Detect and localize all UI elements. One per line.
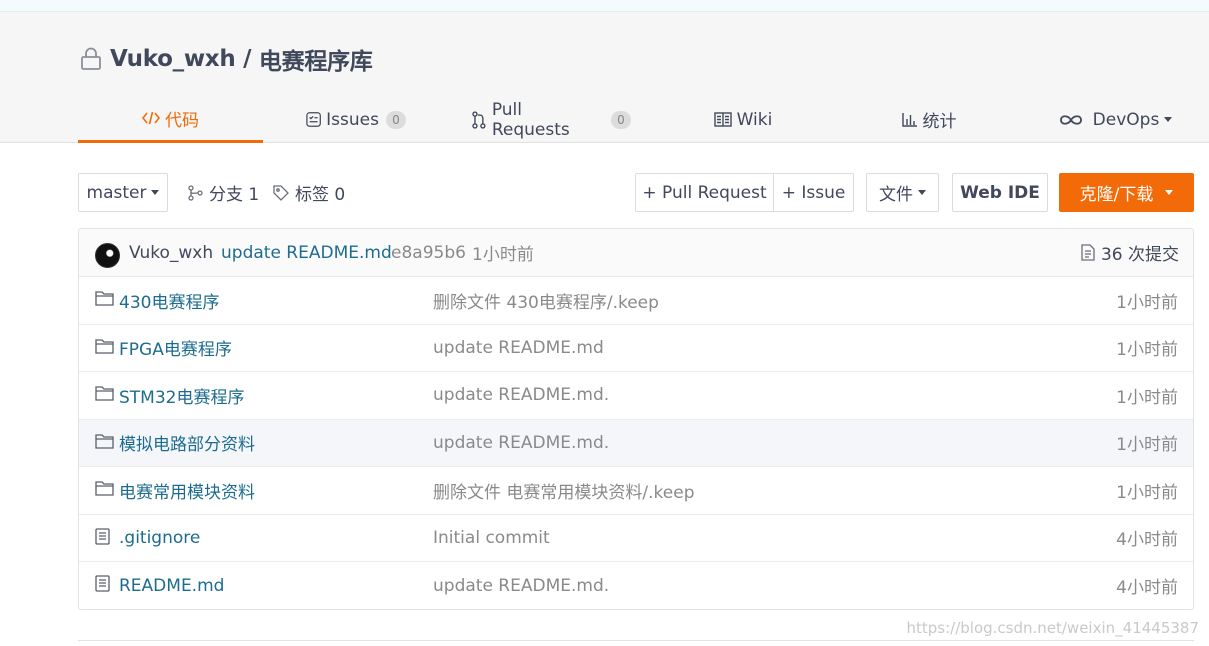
file-row[interactable]: 430电赛程序 删除文件 430电赛程序/.keep 1小时前 [79, 277, 1193, 325]
file-name[interactable]: .gitignore [119, 528, 200, 548]
pull-requests-count-badge: 0 [611, 110, 631, 129]
issues-icon [306, 112, 321, 127]
chevron-down-icon [151, 190, 160, 195]
commit-message[interactable]: update README.md [221, 243, 392, 263]
branches-link[interactable]: 分支 1 [188, 173, 259, 212]
file-commit-time: 1小时前 [1116, 340, 1178, 361]
tab-wiki[interactable]: Wiki [708, 96, 778, 143]
repo-name[interactable]: 电赛程序库 [259, 42, 373, 76]
top-strip [0, 0, 1209, 12]
file-commit-message[interactable]: Initial commit [433, 528, 550, 548]
file-name[interactable]: 模拟电路部分资料 [119, 430, 255, 455]
tab-pull-requests[interactable]: Pull Requests 0 [471, 96, 631, 143]
branches-label: 分支 1 [209, 185, 260, 205]
file-row[interactable]: 电赛常用模块资料 删除文件 电赛常用模块资料/.keep 1小时前 [79, 467, 1193, 515]
repo-tabs: 代码 Issues 0 Pull Requests 0 Wiki 统计 DevOps [78, 96, 1193, 143]
issues-count-badge: 0 [386, 110, 406, 129]
tab-wiki-label: Wiki [736, 109, 773, 130]
lock-icon [81, 47, 101, 70]
file-row[interactable]: 模拟电路部分资料 update README.md. 1小时前 [79, 419, 1193, 467]
file-commit-message[interactable]: 删除文件 430电赛程序/.keep [433, 288, 659, 313]
tab-stats[interactable]: 统计 [896, 96, 962, 143]
clone-download-button[interactable]: 克隆/下载 [1059, 173, 1194, 212]
file-commit-message[interactable]: update README.md. [433, 576, 609, 596]
watermark: https://blog.csdn.net/weixin_41445387 [906, 619, 1199, 637]
file-icon [95, 575, 110, 592]
web-ide-label: Web IDE [960, 182, 1040, 203]
readme-box-edge [78, 640, 1194, 646]
branch-icon [188, 184, 203, 201]
file-commit-time: 1小时前 [1116, 387, 1178, 408]
code-icon [142, 111, 160, 125]
file-commit-message[interactable]: update README.md. [433, 433, 609, 453]
file-list: Vuko_wxh update README.md e8a95b6 1小时前 3… [78, 228, 1194, 610]
repo-separator: / [235, 46, 259, 72]
file-icon [95, 527, 110, 545]
folder-icon [95, 433, 114, 449]
folder-icon [95, 386, 114, 401]
tab-devops-label: DevOps [1092, 109, 1160, 130]
tab-issues-label: Issues [326, 109, 379, 130]
chevron-down-icon [1164, 117, 1173, 122]
commit-time: 1小时前 [472, 245, 534, 265]
new-issue-label: + Issue [781, 182, 846, 203]
new-pull-request-button[interactable]: + Pull Request [635, 173, 774, 212]
file-commit-message[interactable]: update README.md. [433, 385, 609, 405]
tags-link[interactable]: 标签 0 [273, 173, 345, 212]
repo-toolbar: master 分支 1 标签 0 + Pull Request + Issue … [78, 173, 1194, 213]
tab-devops[interactable]: DevOps [1058, 96, 1173, 143]
tab-issues[interactable]: Issues 0 [306, 96, 406, 143]
chevron-down-icon [1165, 190, 1174, 195]
file-name[interactable]: STM32电赛程序 [119, 383, 244, 408]
file-row[interactable]: FPGA电赛程序 update README.md 1小时前 [79, 325, 1193, 372]
file-row[interactable]: README.md update README.md. 4小时前 [79, 562, 1193, 609]
avatar[interactable] [95, 243, 120, 268]
commit-count-label: 36 次提交 [1100, 245, 1179, 265]
tab-stats-label: 统计 [922, 112, 957, 132]
commit-count-link[interactable]: 36 次提交 [1081, 240, 1179, 265]
infinity-icon [1059, 114, 1082, 125]
file-commit-time: 4小时前 [1116, 578, 1178, 599]
tab-pull-requests-label: Pull Requests [491, 99, 570, 140]
folder-icon [95, 481, 114, 496]
pull-request-icon [472, 110, 486, 129]
file-menu-label: 文件 [879, 185, 913, 205]
file-commit-time: 1小时前 [1116, 292, 1178, 313]
file-row[interactable]: .gitignore Initial commit 4小时前 [79, 515, 1193, 562]
file-commit-message[interactable]: 删除文件 电赛常用模块资料/.keep [433, 478, 694, 503]
repo-title: Vuko_wxh / 电赛程序库 [80, 42, 373, 76]
tab-code-label: 代码 [165, 110, 199, 131]
bar-chart-icon [901, 113, 917, 127]
file-row[interactable]: STM32电赛程序 update README.md. 1小时前 [79, 372, 1193, 420]
commit-author[interactable]: Vuko_wxh [129, 243, 213, 263]
folder-icon [95, 338, 114, 354]
repo-header: Vuko_wxh / 电赛程序库 代码 Issues 0 Pull Request… [0, 12, 1209, 143]
tag-icon [273, 184, 289, 201]
file-name[interactable]: README.md [119, 576, 224, 596]
commit-hash[interactable]: e8a95b6 [391, 243, 466, 263]
file-name[interactable]: FPGA电赛程序 [119, 335, 232, 360]
tab-code[interactable]: 代码 [78, 96, 263, 143]
new-issue-button[interactable]: + Issue [773, 173, 854, 212]
commit-history-icon [1081, 244, 1095, 261]
last-commit-bar: Vuko_wxh update README.md e8a95b6 1小时前 3… [79, 229, 1193, 277]
clone-download-label: 克隆/下载 [1079, 185, 1154, 205]
file-commit-message[interactable]: update README.md [433, 338, 604, 358]
web-ide-button[interactable]: Web IDE [952, 173, 1048, 212]
file-menu-button[interactable]: 文件 [866, 173, 939, 212]
repo-owner[interactable]: Vuko_wxh [110, 46, 236, 72]
file-name[interactable]: 430电赛程序 [119, 288, 219, 313]
file-name[interactable]: 电赛常用模块资料 [119, 478, 255, 503]
branch-select[interactable]: master [78, 173, 168, 212]
new-pull-request-label: + Pull Request [642, 182, 767, 203]
tags-label: 标签 0 [295, 185, 346, 205]
file-commit-time: 1小时前 [1116, 482, 1178, 503]
wiki-book-icon [713, 112, 732, 127]
file-commit-time: 1小时前 [1116, 435, 1178, 456]
branch-select-label: master [86, 182, 147, 203]
chevron-down-icon [918, 190, 926, 195]
file-commit-time: 4小时前 [1116, 530, 1178, 551]
folder-icon [95, 291, 114, 306]
